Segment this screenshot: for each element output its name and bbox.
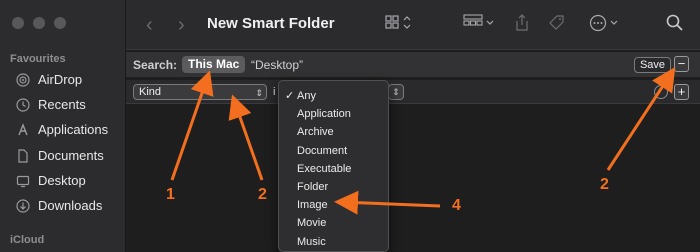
minimize-window-button[interactable] [33, 17, 45, 29]
annotation-arrow-2a [228, 94, 264, 181]
menu-item-label: Document [297, 144, 348, 157]
menu-item-application[interactable]: Application [279, 105, 388, 123]
menu-item-folder[interactable]: Folder [279, 178, 388, 196]
more-actions-icon[interactable] [589, 14, 621, 32]
menu-item-label: Executable [297, 162, 352, 175]
sidebar-item-airdrop[interactable]: AirDrop [16, 72, 82, 87]
sidebar-item-label: Documents [38, 148, 104, 163]
attribute-select[interactable]: Kind ⇕ [133, 84, 267, 100]
applications-icon [18, 122, 28, 135]
window-controls [12, 17, 66, 29]
remove-rule-icon[interactable] [654, 85, 668, 99]
criteria-row: Kind ⇕ i ⇕ + [126, 80, 700, 104]
menu-item-label: Image [297, 199, 328, 212]
search-icon[interactable] [666, 14, 684, 32]
sidebar-item-label: Applications [38, 122, 109, 137]
menu-item-label: Any [297, 90, 316, 102]
menu-item-document[interactable]: Document [279, 142, 388, 160]
save-button[interactable]: Save [634, 57, 671, 73]
menu-item-image[interactable]: Image [279, 196, 388, 214]
group-by-icon[interactable] [463, 14, 497, 32]
scope-this-mac-button[interactable]: This Mac [182, 56, 246, 73]
annotation-label-2: 2 [258, 186, 267, 203]
annotation-label-1: 1 [166, 186, 175, 203]
annotation-label-4: 4 [452, 197, 461, 214]
menu-item-archive[interactable]: Archive [279, 123, 388, 141]
menu-item-movie[interactable]: Movie [279, 214, 388, 232]
kind-dropdown-menu: ✓ Any Application Archive Document Execu… [278, 80, 389, 252]
sidebar-item-applications[interactable]: Applications [16, 122, 108, 137]
checkmark-icon: ✓ [285, 90, 295, 102]
sidebar-item-label: Downloads [38, 198, 103, 213]
window-title: New Smart Folder [207, 15, 335, 32]
sidebar-section-icloud: iCloud [10, 234, 45, 246]
chevron-updown-icon: ⇕ [255, 88, 263, 98]
close-window-button[interactable] [12, 17, 24, 29]
value-select-stepper[interactable]: ⇕ [388, 84, 404, 100]
remove-criteria-button[interactable]: − [674, 56, 689, 72]
sidebar-item-label: AirDrop [38, 72, 83, 87]
sidebar: Favourites AirDrop Recents Applications … [0, 0, 126, 252]
tag-icon[interactable] [548, 14, 566, 32]
chevron-left-icon[interactable]: ‹ [146, 14, 153, 37]
zoom-window-button[interactable] [54, 17, 66, 29]
sidebar-item-label: Desktop [38, 173, 86, 188]
menu-item-music[interactable]: Music [279, 233, 388, 251]
airdrop-icon [16, 72, 30, 87]
search-label: Search: [133, 58, 178, 72]
menu-item-label: Application [297, 108, 351, 121]
sidebar-item-downloads[interactable]: Downloads [16, 198, 102, 213]
sidebar-item-documents[interactable]: Documents [16, 148, 104, 163]
menu-item-label: Folder [297, 180, 329, 193]
menu-item-executable[interactable]: Executable [279, 160, 388, 178]
menu-item-label: Movie [297, 217, 327, 230]
search-scope-bar: Search: This Mac “Desktop” Save − [126, 52, 700, 77]
download-icon [16, 198, 30, 213]
attribute-select-value: Kind [139, 86, 162, 98]
share-icon[interactable] [514, 14, 530, 32]
icon-view-icon[interactable] [385, 14, 415, 32]
menu-item-label: Archive [297, 126, 334, 139]
sidebar-section-favourites: Favourites [10, 53, 66, 65]
sidebar-item-recents[interactable]: Recents [16, 97, 86, 112]
menu-item-any[interactable]: ✓ Any [279, 87, 388, 105]
sidebar-item-desktop[interactable]: Desktop [16, 173, 86, 188]
document-icon [18, 148, 28, 163]
scope-desktop-button[interactable]: “Desktop” [251, 58, 303, 72]
chevron-right-icon[interactable]: › [178, 14, 185, 37]
sidebar-item-label: Recents [38, 97, 86, 112]
toolbar: ‹ › New Smart Folder [126, 0, 700, 50]
operator-select-partial[interactable]: i [273, 86, 275, 98]
clock-icon [16, 97, 30, 112]
desktop-icon [16, 175, 30, 187]
annotation-label-2b: 2 [600, 176, 609, 193]
menu-item-label: Music [297, 235, 326, 248]
add-rule-button[interactable]: + [674, 84, 689, 100]
